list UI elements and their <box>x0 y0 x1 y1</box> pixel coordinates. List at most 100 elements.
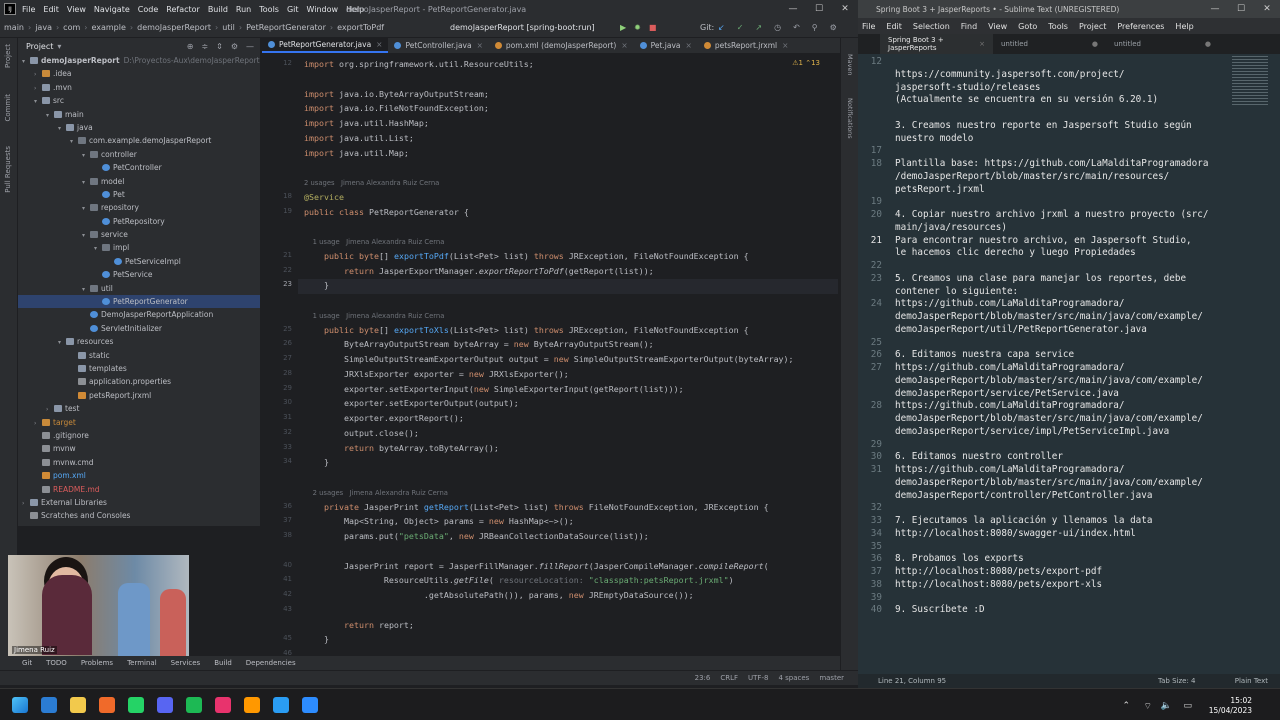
sublime-text-line[interactable]: nuestro modelo <box>895 133 973 144</box>
collapse-arrow-icon[interactable]: › <box>22 497 30 510</box>
whatsapp-icon[interactable] <box>128 697 144 713</box>
menu-item-refactor[interactable]: Refactor <box>166 5 200 14</box>
tree-item[interactable]: ▾ controller <box>18 148 260 161</box>
code-line[interactable]: import java.io.ByteArrayOutputStream; <box>304 89 489 99</box>
menu-item-file[interactable]: File <box>22 5 35 14</box>
sublime-text-line[interactable]: 6. Editamos nuestro controller <box>895 451 1063 462</box>
sublime-menu-tools[interactable]: Tools <box>1048 22 1068 31</box>
commit-tool-label[interactable]: Commit <box>4 94 12 122</box>
tree-item[interactable]: .gitignore <box>18 429 260 442</box>
tree-item[interactable]: PetService <box>18 268 260 281</box>
project-tool-label[interactable]: Project <box>4 44 12 68</box>
volume-icon[interactable]: 🔈 <box>1161 701 1172 711</box>
tool-window-problems[interactable]: Problems <box>81 659 113 667</box>
tool-window-terminal[interactable]: Terminal <box>127 659 157 667</box>
vscode-icon[interactable] <box>273 697 289 713</box>
sublime-menu-view[interactable]: View <box>988 22 1007 31</box>
sublime-text-line[interactable]: demoJasperReport/util/PetReportGenerator… <box>895 324 1147 335</box>
code-line[interactable]: import java.util.HashMap; <box>304 118 429 128</box>
breadcrumb-item[interactable]: example <box>91 23 125 32</box>
editor-tab[interactable]: petsReport.jrxml × <box>698 38 795 53</box>
sublime-text-line[interactable]: le hacemos clic derecho y luego Propieda… <box>895 247 1136 258</box>
expand-arrow-icon[interactable]: ▾ <box>58 122 66 135</box>
expand-arrow-icon[interactable]: ▾ <box>82 283 90 296</box>
menu-item-build[interactable]: Build <box>208 5 228 14</box>
code-line[interactable]: exporter.setExporterOutput(output); <box>304 398 519 408</box>
tree-item[interactable]: petsReport.jrxml <box>18 389 260 402</box>
collapse-arrow-icon[interactable]: › <box>34 68 42 81</box>
sublime-text-line[interactable]: 8. Probamos los exports <box>895 553 1024 564</box>
sublime-text-line[interactable]: demoJasperReport/blob/master/src/main/ja… <box>895 477 1203 488</box>
code-line[interactable]: ResourceUtils.getFile( resourceLocation:… <box>304 575 734 585</box>
zoom-icon[interactable] <box>302 697 318 713</box>
tree-item[interactable]: ▾ repository <box>18 201 260 214</box>
tree-item[interactable]: PetReportGenerator <box>18 295 260 309</box>
mail-icon[interactable] <box>41 697 57 713</box>
code-line[interactable]: return report; <box>304 620 414 630</box>
tree-item[interactable]: › target <box>18 416 260 429</box>
menu-item-edit[interactable]: Edit <box>43 5 59 14</box>
tree-item[interactable]: ▾ service <box>18 228 260 241</box>
sublime-menu-selection[interactable]: Selection <box>913 22 950 31</box>
breadcrumb-item[interactable]: demoJasperReport <box>137 23 211 32</box>
code-line[interactable]: exporter.setExporterInput(new SimpleExpo… <box>304 384 684 394</box>
code-line[interactable]: SimpleOutputStreamExporterOutput output … <box>304 354 794 364</box>
sublime-text-line[interactable]: contener lo siguiente: <box>895 286 1018 297</box>
sublime-text-line[interactable]: jaspersoft-studio/releases <box>895 82 1041 93</box>
tree-item[interactable]: Pet <box>18 188 260 201</box>
expand-arrow-icon[interactable]: ▾ <box>82 149 90 162</box>
git-update-icon[interactable]: ↙ <box>718 23 725 32</box>
rollback-icon[interactable]: ↶ <box>793 23 800 32</box>
tree-item[interactable]: ▾ resources <box>18 335 260 348</box>
code-line[interactable]: public byte[] exportToPdf(List<Pet> list… <box>304 251 749 261</box>
sublime-text-line[interactable]: (Actualmente se encuentra en su versión … <box>895 94 1158 105</box>
tree-item[interactable]: ▾ java <box>18 121 260 134</box>
maven-tool-label[interactable]: Maven <box>846 54 854 76</box>
close-tab-icon[interactable]: × <box>621 41 627 50</box>
debug-icon[interactable]: ✹ <box>634 23 641 32</box>
unsaved-dot-icon[interactable]: ● <box>1205 40 1211 48</box>
minimize-icon[interactable]: — <box>780 0 806 18</box>
menu-item-window[interactable]: Window <box>307 5 339 14</box>
sublime-text-line[interactable]: 5. Creamos una clase para manejar los re… <box>895 273 1186 284</box>
sublime-text-line[interactable]: demoJasperReport/blob/master/src/main/ja… <box>895 311 1203 322</box>
code-line[interactable]: params.put("petsData", new JRBeanCollect… <box>304 531 649 541</box>
collapse-icon[interactable]: ≑ <box>201 42 208 51</box>
sublime-menu-file[interactable]: File <box>862 22 875 31</box>
code-line[interactable]: return byteArray.toByteArray(); <box>304 443 499 453</box>
sublime-text-line[interactable]: 4. Copiar nuestro archivo jrxml a nuestr… <box>895 209 1208 220</box>
tree-item[interactable]: DemoJasperReportApplication <box>18 308 260 321</box>
discord-icon[interactable] <box>157 697 173 713</box>
hide-icon[interactable]: — <box>246 42 254 51</box>
maximize-icon[interactable]: ☐ <box>1228 0 1254 18</box>
sublime-minimap[interactable] <box>1232 56 1268 106</box>
sublime-text-line[interactable]: main/java/resources) <box>895 222 1007 233</box>
battery-icon[interactable]: ▭ <box>1183 701 1192 711</box>
code-line[interactable]: JRXlsExporter exporter = new JRXlsExport… <box>304 369 569 379</box>
menu-item-view[interactable]: View <box>67 5 86 14</box>
tree-item[interactable]: ▾ model <box>18 175 260 188</box>
editor-tab[interactable]: PetController.java × <box>388 38 488 53</box>
expand-arrow-icon[interactable]: ▾ <box>46 109 54 122</box>
sublime-text-line[interactable]: demoJasperReport/service/impl/PetService… <box>895 426 1169 437</box>
code-line[interactable]: output.close(); <box>304 428 419 438</box>
status-item[interactable]: 4 spaces <box>778 674 809 682</box>
expand-icon[interactable]: ⇕ <box>216 42 223 51</box>
expand-arrow-icon[interactable]: ▾ <box>70 135 78 148</box>
tool-window-git[interactable]: Git <box>22 659 32 667</box>
tool-window-services[interactable]: Services <box>171 659 201 667</box>
inspection-widget[interactable]: ⚠1 ⌃13 <box>792 59 820 67</box>
run-configuration-select[interactable]: demoJasperReport [spring-boot:run] <box>450 23 595 32</box>
tree-item[interactable]: mvnw <box>18 442 260 455</box>
project-dropdown[interactable]: Project <box>26 42 53 51</box>
code-line[interactable]: import java.util.List; <box>304 133 414 143</box>
unsaved-dot-icon[interactable]: ● <box>1092 40 1098 48</box>
brave-icon[interactable] <box>99 697 115 713</box>
tree-item[interactable]: ▾ impl <box>18 241 260 254</box>
tree-item[interactable]: PetController <box>18 161 260 174</box>
locate-icon[interactable]: ⊕ <box>187 42 194 51</box>
code-line[interactable]: .getAbsolutePath()), params, new JREmpty… <box>304 590 694 600</box>
tray-chevron-icon[interactable]: ⌃ <box>1122 701 1130 711</box>
sublime-tab[interactable]: Spring Boot 3 + JasperReports × <box>880 34 993 54</box>
tree-item[interactable]: › External Libraries <box>18 496 260 509</box>
